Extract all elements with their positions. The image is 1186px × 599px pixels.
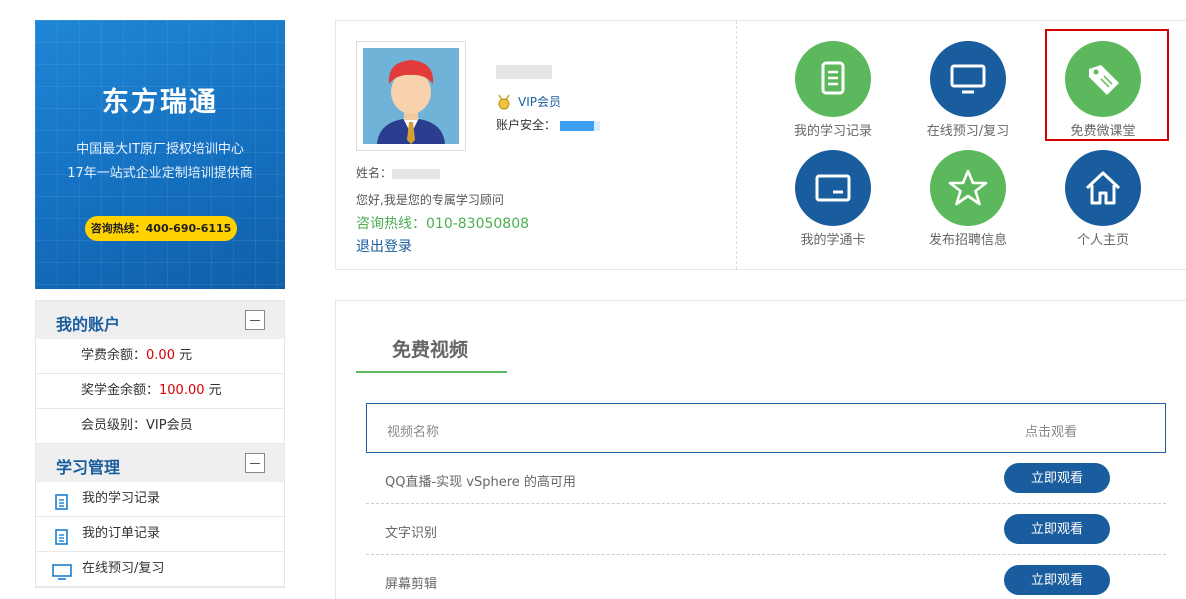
quick-icon-circle (930, 150, 1006, 226)
account-security: 账户安全： (496, 116, 601, 133)
sidebar-item-study-records[interactable]: 我的学习记录 (36, 482, 284, 517)
monitor-icon (52, 560, 72, 580)
banner-subtitle-2: 17年一站式企业定制培训提供商 (67, 166, 253, 181)
advisor-hotline: 咨询热线：010-83050808 (356, 216, 530, 232)
quick-label: 发布招聘信息 (928, 233, 1007, 248)
watch-now-button[interactable]: 立即观看 (1004, 514, 1110, 544)
document-icon (821, 61, 845, 95)
promo-banner[interactable]: 东方瑞通 中国最大IT原厂授权培训中心 17年一站式企业定制培训提供商 咨询热线… (35, 20, 285, 289)
star-icon (948, 169, 988, 206)
name-masked (392, 168, 441, 179)
table-row: QQ直播-实现 vSphere 的高可用 立即观看 (366, 453, 1166, 504)
video-table-header: 视频名称 点击观看 (366, 403, 1166, 453)
banner-hotline: 咨询热线：400-690-6115 (85, 216, 237, 241)
scholarship-balance-value: 100.00 (159, 383, 205, 398)
card-icon (815, 174, 851, 202)
quick-post-job[interactable]: 发布招聘信息 (908, 150, 1028, 248)
study-section-title: 学习管理 (56, 458, 121, 477)
table-row: 文字识别 立即观看 (366, 504, 1166, 555)
tab-free-videos[interactable]: 免费视频 (356, 335, 507, 373)
quick-label: 我的学通卡 (800, 233, 866, 248)
banner-title: 东方瑞通 (102, 87, 218, 118)
quick-study-records[interactable]: 我的学习记录 (773, 41, 893, 139)
table-row: 屏幕剪辑 立即观看 (366, 555, 1166, 599)
member-level: 会员级别：VIP会员 (36, 409, 284, 444)
collapse-icon[interactable] (245, 453, 265, 473)
highlight-box (1045, 29, 1169, 141)
avatar (356, 41, 466, 151)
monitor-icon (950, 64, 986, 94)
quick-label: 我的学习记录 (793, 124, 872, 139)
quick-online-preview[interactable]: 在线预习/复习 (908, 41, 1028, 139)
video-name: 屏幕剪辑 (385, 577, 438, 592)
advisor-text: 您好,我是您的专属学习顾问 (356, 193, 504, 207)
quick-icon-circle (795, 150, 871, 226)
account-section-title: 我的账户 (56, 315, 121, 334)
quick-label: 在线预习/复习 (926, 124, 1010, 139)
quick-icon-circle (930, 41, 1006, 117)
free-videos-panel: 免费视频 视频名称 点击观看 QQ直播-实现 vSphere 的高可用 立即观看… (335, 300, 1186, 599)
study-section-header: 学习管理 (36, 444, 284, 482)
quick-icon-circle (1065, 150, 1141, 226)
medal-icon (496, 94, 512, 110)
watch-now-button[interactable]: 立即观看 (1004, 463, 1110, 493)
sidebar: 我的账户 学费余额：0.00 元 奖学金余额：100.00 元 会员级别：VIP… (35, 300, 285, 588)
vip-badge: VIP会员 (496, 93, 561, 111)
quick-label: 个人主页 (1076, 233, 1129, 248)
collapse-icon[interactable] (245, 310, 265, 330)
real-name: 姓名： (356, 164, 441, 181)
watch-now-button[interactable]: 立即观看 (1004, 565, 1110, 595)
column-video-name: 视频名称 (387, 425, 440, 440)
divider (736, 21, 737, 269)
quick-study-card[interactable]: 我的学通卡 (773, 150, 893, 248)
tuition-balance-value: 0.00 (146, 348, 175, 363)
username-masked (496, 65, 552, 79)
video-name: QQ直播-实现 vSphere 的高可用 (385, 475, 576, 490)
banner-subtitle: 中国最大IT原厂授权培训中心 (76, 142, 244, 157)
quick-personal-home[interactable]: 个人主页 (1043, 150, 1163, 248)
scholarship-balance: 奖学金余额：100.00 元 (36, 374, 284, 409)
quick-icon-circle (795, 41, 871, 117)
security-level-bar (560, 120, 601, 131)
video-name: 文字识别 (385, 526, 438, 541)
column-watch: 点击观看 (1025, 425, 1078, 440)
document-icon (52, 525, 72, 545)
tuition-balance: 学费余额：0.00 元 (36, 339, 284, 374)
home-icon (1085, 171, 1121, 205)
sidebar-item-order-records[interactable]: 我的订单记录 (36, 517, 284, 552)
account-section-header: 我的账户 (36, 301, 284, 339)
sidebar-item-online-preview[interactable]: 在线预习/复习 (36, 552, 284, 587)
video-table: 视频名称 点击观看 QQ直播-实现 vSphere 的高可用 立即观看 文字识别… (366, 403, 1166, 599)
document-icon (52, 490, 72, 510)
logout-link[interactable]: 退出登录 (356, 236, 412, 256)
